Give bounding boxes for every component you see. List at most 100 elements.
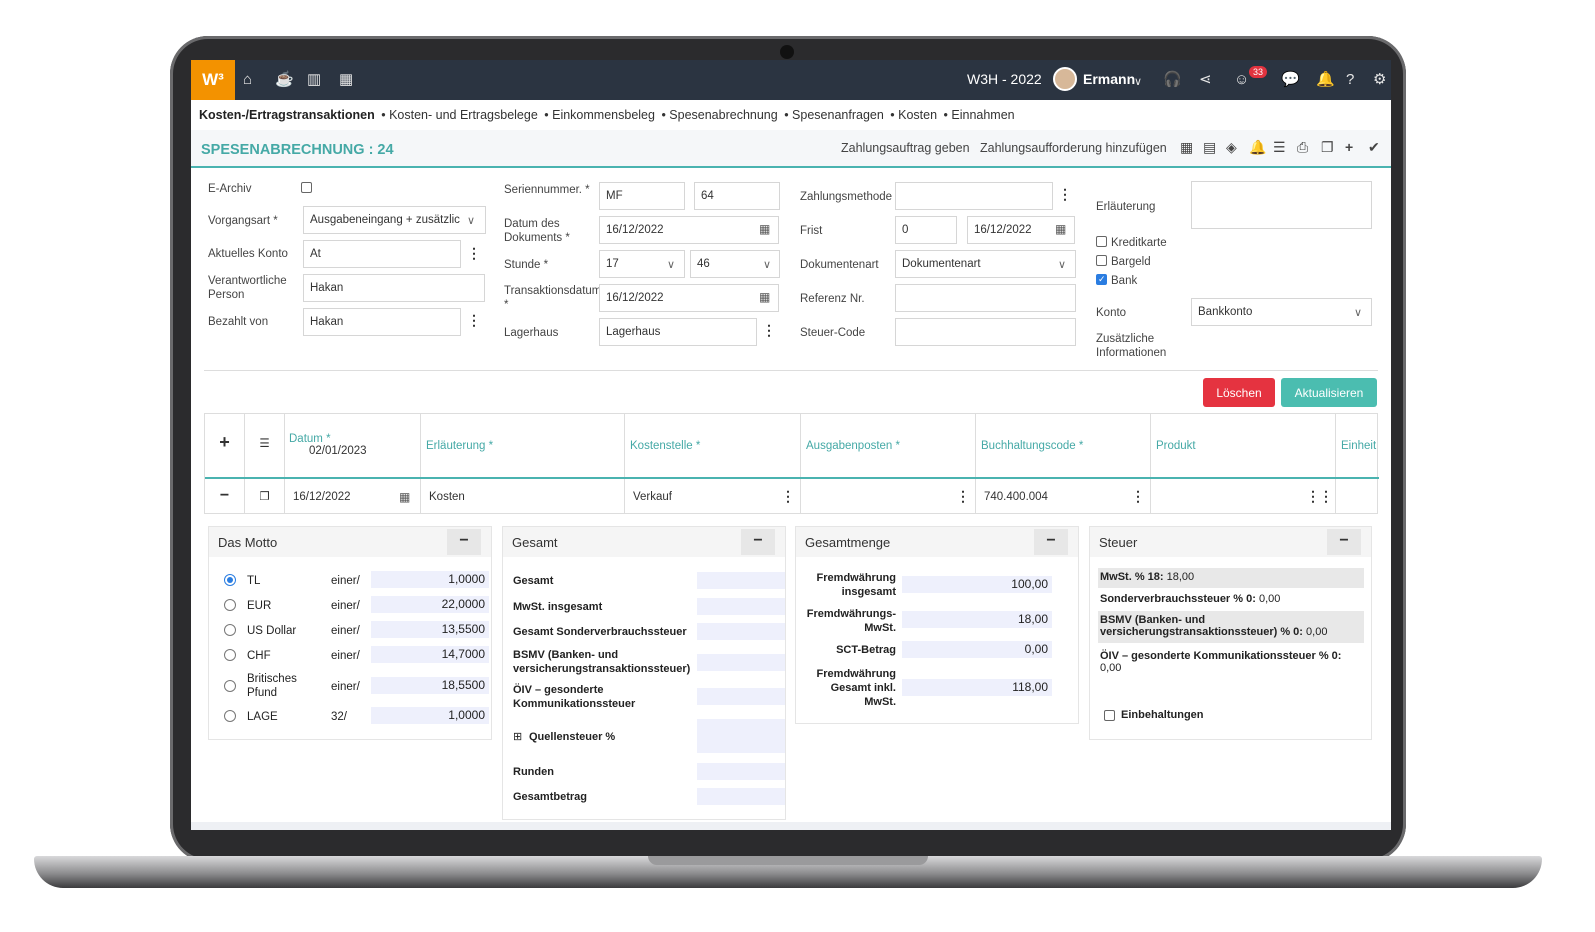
konto-input[interactable]: At xyxy=(303,240,461,268)
help-icon[interactable]: ? xyxy=(1346,70,1354,90)
bank-checkbox[interactable] xyxy=(1096,274,1107,285)
row-buchhaltungscode[interactable]: 740.400.004 xyxy=(976,479,1151,514)
list-icon[interactable]: ☰ xyxy=(1273,139,1286,156)
expand-icon[interactable]: ⊞ xyxy=(513,730,522,744)
columns-icon[interactable]: ☰ xyxy=(245,414,285,477)
delete-button[interactable]: Löschen xyxy=(1203,378,1275,407)
payment-request-link[interactable]: Zahlungsaufforderung hinzufügen xyxy=(980,141,1167,155)
bargeld-checkbox[interactable] xyxy=(1096,255,1107,266)
more-icon[interactable]: ⋮ xyxy=(464,245,484,262)
currency-radio-chf[interactable] xyxy=(224,649,236,661)
row-erlaeuterung[interactable]: Kosten xyxy=(421,479,625,514)
calendar-icon[interactable]: ▦ xyxy=(759,290,770,304)
more-icon[interactable]: ⋮ xyxy=(778,488,798,505)
currency-radio-lage[interactable] xyxy=(224,710,236,722)
more-icon[interactable]: ⋮ xyxy=(464,312,484,329)
tab-spesenabrechnung[interactable]: • Spesenabrechnung xyxy=(661,108,777,122)
collapse-button[interactable]: − xyxy=(1327,529,1361,555)
smiley-icon[interactable]: ☺ xyxy=(1234,70,1249,90)
einbehaltungen-checkbox[interactable] xyxy=(1104,710,1115,721)
calendar-icon[interactable]: ▦ xyxy=(339,70,353,90)
more-icon[interactable]: ⋮ xyxy=(953,488,973,505)
tab-einnahmen[interactable]: • Einnahmen xyxy=(944,108,1015,122)
gear-icon[interactable]: ⚙ xyxy=(1373,70,1386,90)
datum-input[interactable]: 16/12/2022 xyxy=(599,216,779,244)
more-icon[interactable]: ⋮ xyxy=(1055,186,1075,203)
col-ausgabenposten[interactable]: Ausgabenposten * xyxy=(801,414,976,477)
tab-spesenanfragen[interactable]: • Spesenanfragen xyxy=(784,108,884,122)
share-icon[interactable]: ⋖ xyxy=(1199,70,1212,90)
more-icon[interactable]: ⋮ xyxy=(759,322,779,339)
avatar[interactable] xyxy=(1053,67,1077,91)
tab-belege[interactable]: • Kosten- und Ertragsbelege xyxy=(381,108,538,122)
calendar-icon[interactable]: ▦ xyxy=(1055,222,1066,236)
user-menu[interactable]: Ermann xyxy=(1083,71,1135,87)
col-einheit[interactable]: Einheit xyxy=(1336,414,1379,477)
currency-rate[interactable]: 14,7000 xyxy=(371,646,489,663)
currency-radio-tl[interactable] xyxy=(224,574,236,586)
add-row-icon[interactable]: + xyxy=(205,414,245,477)
currency-radio-gbp[interactable] xyxy=(224,680,236,692)
bell-icon[interactable]: 🔔 xyxy=(1249,139,1266,156)
kreditkarte-checkbox[interactable] xyxy=(1096,236,1107,247)
verant-input[interactable]: Hakan xyxy=(303,274,485,302)
bezahlt-input[interactable]: Hakan xyxy=(303,308,461,336)
more-icon[interactable]: ⋮ xyxy=(1128,488,1148,505)
steuer-input[interactable] xyxy=(895,318,1076,346)
erl-textarea[interactable] xyxy=(1191,181,1372,229)
currency-rate[interactable]: 18,5500 xyxy=(371,677,489,694)
frist-input[interactable]: 0 xyxy=(895,216,957,244)
more-icon[interactable]: ⋮ xyxy=(1316,488,1336,505)
calculator-icon[interactable]: ▤ xyxy=(1203,139,1216,156)
ref-input[interactable] xyxy=(895,284,1076,312)
check-icon[interactable]: ✔ xyxy=(1368,139,1380,156)
tab-kosten-ertrag[interactable]: Kosten-/Ertragstransaktionen xyxy=(199,108,375,122)
col-datum[interactable]: Datum * 02/01/2023 xyxy=(285,414,421,477)
headset-icon[interactable]: 🎧 xyxy=(1163,70,1182,90)
calendar-icon[interactable]: ▦ xyxy=(759,222,770,236)
currency-radio-eur[interactable] xyxy=(224,599,236,611)
logo[interactable]: W³ xyxy=(191,60,235,100)
currency-rate[interactable]: 22,0000 xyxy=(371,596,489,613)
company-selector[interactable]: W3H - 2022 xyxy=(967,71,1042,87)
print-icon[interactable]: ⎙ xyxy=(1297,139,1308,156)
e-archiv-checkbox[interactable] xyxy=(301,182,312,193)
konto2-select[interactable]: Bankkonto xyxy=(1191,298,1372,326)
bell-icon[interactable]: 🔔 xyxy=(1316,70,1335,90)
currency-radio-usd[interactable] xyxy=(224,624,236,636)
update-button[interactable]: Aktualisieren xyxy=(1281,378,1377,407)
table-icon[interactable]: ▦ xyxy=(1180,139,1193,156)
dokart-select[interactable]: Dokumentenart xyxy=(895,250,1076,278)
chart-icon[interactable]: ▥ xyxy=(307,70,321,90)
coffee-icon[interactable]: ☕ xyxy=(275,70,294,90)
serie-input[interactable]: MF xyxy=(599,182,685,210)
cube-icon[interactable]: ◈ xyxy=(1226,139,1237,156)
collapse-button[interactable]: − xyxy=(1034,529,1068,555)
col-erlaeuterung[interactable]: Erläuterung * xyxy=(421,414,625,477)
currency-rate[interactable]: 1,0000 xyxy=(371,707,489,724)
lager-input[interactable]: Lagerhaus xyxy=(599,318,757,346)
copy-row-icon[interactable]: ❐ xyxy=(245,479,285,514)
vorgangsart-select[interactable]: Ausgabeneingang + zusätzlic xyxy=(303,206,486,234)
remove-row-icon[interactable]: − xyxy=(205,479,245,514)
tab-einkommensbeleg[interactable]: • Einkommensbeleg xyxy=(544,108,655,122)
trans-input[interactable]: 16/12/2022 xyxy=(599,284,779,312)
currency-rate[interactable]: 13,5500 xyxy=(371,621,489,638)
copy-icon[interactable]: ❐ xyxy=(1321,139,1334,156)
chat-icon[interactable]: 💬 xyxy=(1281,70,1300,90)
col-buchhaltungscode[interactable]: Buchhaltungscode * xyxy=(976,414,1151,477)
collapse-button[interactable]: − xyxy=(741,529,775,555)
payment-order-link[interactable]: Zahlungsauftrag geben xyxy=(841,141,970,155)
tab-kosten[interactable]: • Kosten xyxy=(890,108,937,122)
row-ausgabenposten[interactable] xyxy=(801,479,976,514)
col-produkt[interactable]: Produkt xyxy=(1151,414,1336,477)
plus-icon[interactable]: + xyxy=(1345,139,1353,155)
col-kostenstelle[interactable]: Kostenstelle * xyxy=(625,414,801,477)
row-kostenstelle[interactable]: Verkauf xyxy=(625,479,801,514)
currency-rate[interactable]: 1,0000 xyxy=(371,571,489,588)
chevron-down-icon[interactable]: ∨ xyxy=(1134,72,1142,92)
nummer-input[interactable]: 64 xyxy=(694,182,780,210)
home-icon[interactable]: ⌂ xyxy=(243,70,252,90)
zahl-input[interactable] xyxy=(895,182,1053,210)
calendar-icon[interactable]: ▦ xyxy=(399,490,410,504)
